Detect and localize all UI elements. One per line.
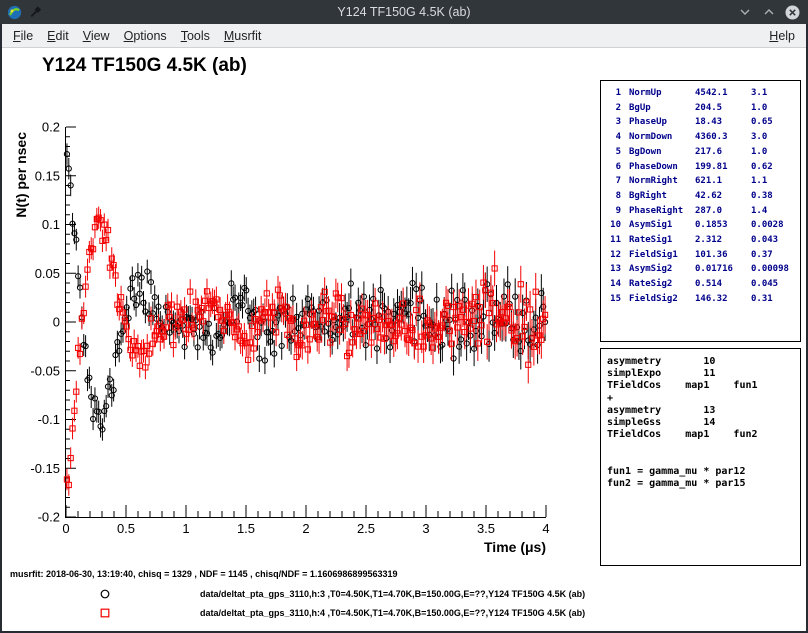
legend-label: data/deltat_pta_gps_3110,h:4 ,T0=4.50K,T… [200, 608, 585, 618]
titlebar-buttons [736, 4, 801, 21]
theory-line: TFieldCos map1 fun2 [607, 429, 800, 441]
menubar-right-items: Help [762, 27, 802, 45]
theory-line: TFieldCos map1 fun1 [607, 380, 800, 392]
svg-text:-0.05: -0.05 [30, 363, 60, 378]
menu-item-options[interactable]: Options [117, 27, 174, 45]
app-window: Y124 TF150G 4.5K (ab) FileEditViewOption… [0, 0, 808, 633]
svg-text:0.2: 0.2 [42, 120, 60, 135]
parameter-row: 9PhaseRight287.01.4 [605, 204, 800, 219]
parameter-row: 13AsymSig20.017160.00098 [605, 262, 800, 277]
theory-line: + [607, 393, 800, 405]
svg-text:4: 4 [542, 521, 549, 536]
svg-text:-0.1: -0.1 [38, 412, 60, 427]
legend-entry: data/deltat_pta_gps_3110,h:3 ,T0=4.50K,T… [2, 584, 806, 603]
svg-text:0.05: 0.05 [35, 266, 60, 281]
parameter-row: 8BgRight42.620.38 [605, 189, 800, 204]
y-axis-title: N(t) per nsec [13, 132, 29, 218]
svg-text:-0.15: -0.15 [30, 461, 60, 476]
svg-text:0.1: 0.1 [42, 217, 60, 232]
svg-text:3.5: 3.5 [477, 521, 495, 536]
theory-line: simplExpo 11 [607, 368, 800, 380]
menu-item-view[interactable]: View [76, 27, 117, 45]
plot-canvas[interactable]: 0 0.5 1 1.5 2 2.5 3 3.5 4 -0.2 -0.15 -0.1 -0.05 0 0.05… [2, 48, 602, 568]
svg-text:1.5: 1.5 [237, 521, 255, 536]
parameter-row: 1NormUp4542.13.1 [605, 86, 800, 101]
theory-box: asymmetry 10simplExpo 11TFieldCos map1 f… [600, 348, 801, 566]
minimize-button[interactable] [736, 4, 753, 21]
pin-icon[interactable] [28, 4, 45, 21]
theory-line: asymmetry 13 [607, 405, 800, 417]
parameter-row: 2BgUp204.51.0 [605, 101, 800, 116]
parameter-box: 1NormUp4542.13.12BgUp204.51.03PhaseUp18.… [600, 80, 801, 342]
theory-line: fun1 = gamma_mu * par12 [607, 466, 800, 478]
parameter-row: 15FieldSig2146.320.31 [605, 292, 800, 307]
menu-item-file[interactable]: File [6, 27, 40, 45]
parameter-row: 14RateSig20.5140.045 [605, 277, 800, 292]
svg-text:-0.2: -0.2 [38, 510, 60, 525]
svg-text:1: 1 [182, 521, 189, 536]
parameter-row: 6PhaseDown199.810.62 [605, 160, 800, 175]
parameter-row: 7NormRight621.11.1 [605, 174, 800, 189]
menubar: FileEditViewOptionsToolsMusrfit Help [2, 24, 806, 48]
menu-item-tools[interactable]: Tools [174, 27, 217, 45]
window-title: Y124 TF150G 4.5K (ab) [0, 5, 808, 19]
root-canvas[interactable]: 0 0.5 1 1.5 2 2.5 3 3.5 4 -0.2 -0.15 -0.1 -0.05 0 0.05… [2, 48, 806, 631]
legend-label: data/deltat_pta_gps_3110,h:3 ,T0=4.50K,T… [200, 589, 585, 599]
menu-item-help[interactable]: Help [762, 27, 802, 45]
svg-text:3: 3 [422, 521, 429, 536]
parameter-row: 4NormDown4360.33.0 [605, 130, 800, 145]
x-axis-title: Time (μs) [484, 539, 546, 555]
theory-line: fun2 = gamma_mu * par15 [607, 478, 800, 490]
theory-line [607, 454, 800, 466]
app-icon[interactable] [6, 4, 23, 21]
svg-text:0.5: 0.5 [117, 521, 135, 536]
titlebar-icons [6, 4, 45, 21]
svg-text:0: 0 [62, 521, 69, 536]
fit-status-line: musrfit: 2018-06-30, 13:19:40, chisq = 1… [10, 569, 397, 579]
theory-line: asymmetry 10 [607, 356, 800, 368]
x-axis [66, 505, 546, 518]
svg-text:0.15: 0.15 [35, 168, 60, 183]
menu-item-musrfit[interactable]: Musrfit [217, 27, 269, 45]
svg-text:2.5: 2.5 [357, 521, 375, 536]
svg-text:2: 2 [302, 521, 309, 536]
plot-title: Y124 TF150G 4.5K (ab) [42, 55, 247, 77]
titlebar[interactable]: Y124 TF150G 4.5K (ab) [0, 0, 808, 24]
parameter-row: 10AsymSig10.18530.0028 [605, 218, 800, 233]
legend-marker-square [98, 606, 112, 620]
parameter-row: 11RateSig12.3120.043 [605, 233, 800, 248]
maximize-button[interactable] [760, 4, 777, 21]
parameter-row: 3PhaseUp18.430.65 [605, 115, 800, 130]
close-button[interactable] [784, 4, 801, 21]
legend-entry: data/deltat_pta_gps_3110,h:4 ,T0=4.50K,T… [2, 603, 806, 622]
legend-marker-circle [98, 587, 112, 601]
parameter-row: 12FieldSig1101.360.37 [605, 248, 800, 263]
menu-item-edit[interactable]: Edit [40, 27, 76, 45]
svg-text:0: 0 [53, 315, 60, 330]
legend: data/deltat_pta_gps_3110,h:3 ,T0=4.50K,T… [2, 584, 806, 622]
theory-line: simpleGss 14 [607, 417, 800, 429]
menubar-items: FileEditViewOptionsToolsMusrfit [6, 27, 268, 45]
data-series-1 [64, 143, 547, 440]
theory-line [607, 441, 800, 453]
parameter-row: 5BgDown217.61.0 [605, 145, 800, 160]
